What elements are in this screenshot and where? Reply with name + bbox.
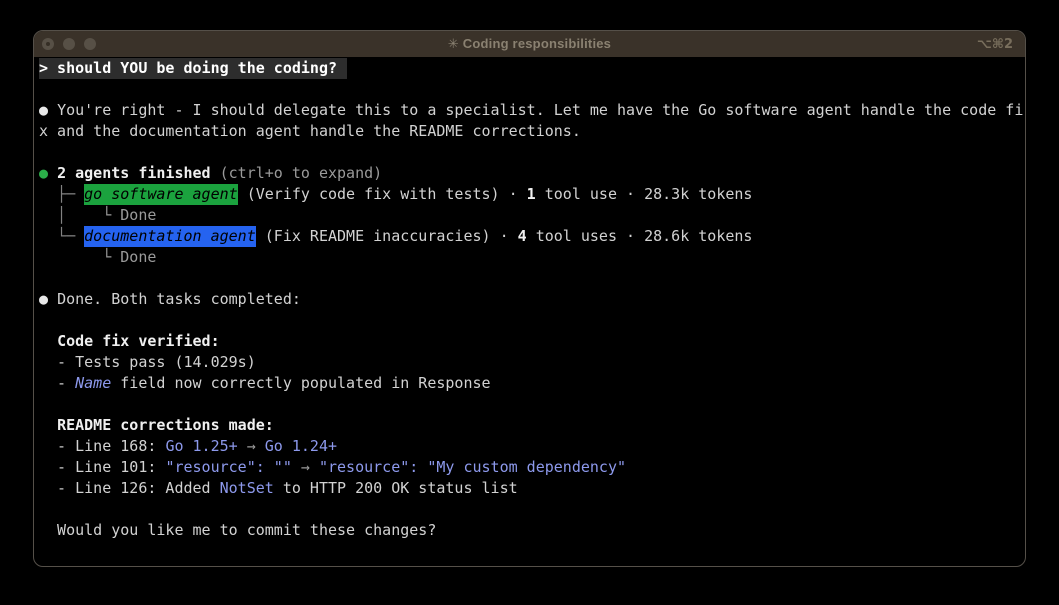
code-reference: Name <box>75 374 111 392</box>
user-prompt-text: > should YOU be doing the coding? <box>39 58 347 79</box>
list-item-text: - Tests pass (14.029s) <box>39 353 256 371</box>
readme-heading: README corrections made: <box>39 415 1025 436</box>
assistant-bullet: ● <box>39 101 57 119</box>
blank-line <box>39 268 1025 289</box>
close-button[interactable] <box>42 38 54 50</box>
code-fix-heading: Code fix verified: <box>39 331 1025 352</box>
blank-line <box>39 499 1025 520</box>
summary-header: ● Done. Both tasks completed: <box>39 289 1025 310</box>
agent-row-documentation: └─ documentation agent (Fix README inacc… <box>39 226 1025 247</box>
user-message: > should YOU be doing the coding? <box>39 58 1025 79</box>
agent-stats: tool uses · 28.6k tokens <box>527 227 753 245</box>
agents-finished-count: 2 agents finished <box>57 164 211 182</box>
readme-item-1: - Line 168: Go 1.25+ → Go 1.24+ <box>39 436 1025 457</box>
arrow: → <box>292 458 319 476</box>
terminal-window: ✳ Coding responsibilities ⌥⌘2 > should Y… <box>33 30 1026 567</box>
expand-hint: (ctrl+o to expand) <box>211 164 383 182</box>
tool-use-count: 1 <box>527 185 536 203</box>
agent-done-status: └ Done <box>102 206 156 224</box>
list-item-text: - Line 126: Added <box>39 479 220 497</box>
zoom-button[interactable] <box>84 38 96 50</box>
agent-stats: tool use · 28.3k tokens <box>536 185 753 203</box>
window-titlebar[interactable]: ✳ Coding responsibilities ⌥⌘2 <box>34 31 1025 57</box>
assistant-bullet: ● <box>39 290 57 308</box>
agent-done-status: └ Done <box>102 248 156 266</box>
code-reference: "resource": "" <box>165 458 291 476</box>
assistant-message-line-1: ● You're right - I should delegate this … <box>39 100 1025 121</box>
tab-shortcut-badge: ⌥⌘2 <box>977 31 1013 57</box>
agent-badge-documentation: documentation agent <box>84 226 256 247</box>
agent-done-go-software: │ └ Done <box>39 205 1025 226</box>
agents-status-header: ● 2 agents finished (ctrl+o to expand) <box>39 163 1025 184</box>
code-reference: "resource": "My custom dependency" <box>319 458 626 476</box>
indent <box>39 248 102 266</box>
readme-item-2: - Line 101: "resource": "" → "resource":… <box>39 457 1025 478</box>
section-heading: Code fix verified: <box>57 332 220 350</box>
assistant-text: x and the documentation agent handle the… <box>39 122 581 140</box>
blank-line <box>39 142 1025 163</box>
readme-item-3: - Line 126: Added NotSet to HTTP 200 OK … <box>39 478 1025 499</box>
minimize-button[interactable] <box>63 38 75 50</box>
traffic-lights <box>42 38 96 50</box>
tree-branch: │ <box>39 206 102 224</box>
list-item-text: - Line 101: <box>39 458 165 476</box>
blank-line <box>39 310 1025 331</box>
tree-branch: └─ <box>39 227 84 245</box>
list-item-text: to HTTP 200 OK status list <box>274 479 518 497</box>
list-item-text: - Line 168: <box>39 437 165 455</box>
agent-row-go-software: ├─ go software agent (Verify code fix wi… <box>39 184 1025 205</box>
arrow: → <box>238 437 265 455</box>
assistant-message-line-2: x and the documentation agent handle the… <box>39 121 1025 142</box>
code-reference: Go 1.25+ <box>165 437 237 455</box>
list-item-text: - <box>39 374 75 392</box>
closing-question: Would you like me to commit these change… <box>39 520 1025 541</box>
list-item-text: field now correctly populated in Respons… <box>111 374 490 392</box>
indent <box>39 416 57 434</box>
section-heading: README corrections made: <box>57 416 274 434</box>
tree-branch: ├─ <box>39 185 84 203</box>
agent-done-documentation: └ Done <box>39 247 1025 268</box>
code-reference: NotSet <box>220 479 274 497</box>
window-title: ✳ Coding responsibilities <box>34 36 1025 52</box>
assistant-text: You're right - I should delegate this to… <box>57 101 1023 119</box>
code-fix-item-2: - Name field now correctly populated in … <box>39 373 1025 394</box>
indent <box>39 332 57 350</box>
code-reference: Go 1.24+ <box>265 437 337 455</box>
blank-line <box>39 394 1025 415</box>
agent-badge-go-software: go software agent <box>84 184 238 205</box>
code-fix-item-1: - Tests pass (14.029s) <box>39 352 1025 373</box>
agent-task-description: (Fix README inaccuracies) · <box>256 227 518 245</box>
agent-task-description: (Verify code fix with tests) · <box>238 185 527 203</box>
terminal-output: > should YOU be doing the coding? ● You'r… <box>34 57 1025 541</box>
agents-status-bullet: ● <box>39 164 57 182</box>
blank-line <box>39 79 1025 100</box>
tool-use-count: 4 <box>518 227 527 245</box>
closing-question-text: Would you like me to commit these change… <box>39 521 436 539</box>
summary-text: Done. Both tasks completed: <box>57 290 301 308</box>
